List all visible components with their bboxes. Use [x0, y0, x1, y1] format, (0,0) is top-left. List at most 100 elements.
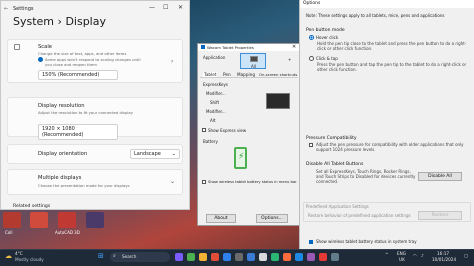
back-arrow-icon[interactable]: ←: [4, 6, 8, 12]
show-wireless-tray-checkbox[interactable]: [309, 240, 313, 244]
multiple-displays-title: Multiple displays: [38, 175, 82, 181]
scale-title: Scale: [38, 44, 52, 50]
chevron-down-icon[interactable]: ⌄: [170, 178, 175, 185]
volume-icon[interactable]: ♪: [421, 253, 424, 258]
show-express-label: Show Express view: [208, 128, 247, 133]
application-all-tile[interactable]: All: [240, 53, 266, 69]
tablet-image: [266, 93, 290, 109]
pressure-heading: Pressure Compatibility: [306, 136, 357, 141]
battery-heading: Battery: [203, 139, 218, 144]
expresskey-label[interactable]: Modifier...: [206, 109, 226, 114]
windows-start-icon[interactable]: ⊞: [98, 252, 104, 260]
weather-temp: 4°C: [15, 251, 23, 256]
dialog-title: Options: [303, 1, 321, 6]
application-label: Application: [203, 55, 226, 60]
task-view-icon[interactable]: [175, 253, 183, 261]
show-wireless-label: Show wireless tablet battery status in m…: [208, 180, 297, 184]
pressure-checkbox[interactable]: [309, 143, 313, 147]
weather-icon[interactable]: ☁: [5, 252, 12, 260]
wacom-taskbar-icon[interactable]: [247, 253, 255, 261]
close-icon[interactable]: ✕: [292, 44, 296, 50]
desktop-icon[interactable]: [86, 212, 104, 228]
disable-desc: Set all ExpressKeys, Touch Rings, Rocker…: [316, 169, 416, 184]
clock-date: 10/01/2024: [432, 257, 457, 262]
hover-click-label: Hover click: [316, 35, 339, 40]
file-explorer-icon[interactable]: [199, 253, 207, 261]
disable-heading: Disable All Tablet Buttons: [306, 162, 364, 167]
taskbar-app-icon[interactable]: [283, 253, 291, 261]
scale-value: 150% (Recommended): [42, 72, 100, 78]
chevron-right-icon[interactable]: ›: [171, 58, 173, 65]
autocad-icon[interactable]: [58, 212, 76, 228]
about-button[interactable]: About: [206, 214, 236, 223]
title-bar: Wacom Tablet Properties ✕: [198, 44, 300, 51]
resolution-desc: Adjust the resolution to fit your connec…: [38, 110, 133, 115]
all-label: All: [251, 64, 256, 69]
predefined-heading: Predefined Application Settings: [306, 204, 369, 209]
minimize-icon[interactable]: —: [149, 4, 155, 11]
taskbar-app-icon[interactable]: [295, 253, 303, 261]
page-title: Display: [65, 15, 106, 28]
multiple-displays-card[interactable]: Multiple displays Choose the presentatio…: [7, 169, 183, 195]
predefined-group: Predefined Application Settings Restore …: [303, 202, 471, 222]
expresskeys-heading: ExpressKeys: [203, 82, 228, 87]
tab-mapping[interactable]: Mapping: [237, 72, 255, 77]
taskbar-app-icon[interactable]: [307, 253, 315, 261]
taskbar-app-icon[interactable]: [319, 253, 327, 261]
wacom-icon: [201, 45, 205, 49]
info-icon: [38, 57, 43, 62]
orientation-title: Display orientation: [38, 151, 88, 157]
desktop-icon-label: Coll: [5, 230, 13, 235]
notification-icon[interactable]: ▢: [464, 253, 468, 258]
battery-icon: ⚡: [234, 147, 247, 169]
hover-click-desc: Hold the pen tip close to the tablet and…: [317, 41, 467, 51]
edge-icon[interactable]: [223, 253, 231, 261]
orientation-card: Display orientation Landscape ⌄: [7, 144, 183, 164]
breadcrumb: System › Display: [13, 15, 106, 28]
close-icon[interactable]: ✕: [178, 4, 183, 11]
taskbar-app-icon[interactable]: [211, 253, 219, 261]
orientation-value: Landscape: [134, 151, 161, 157]
hover-click-radio[interactable]: [309, 35, 314, 40]
scale-dropdown[interactable]: 150% (Recommended): [38, 70, 118, 80]
region-code: UK: [399, 257, 405, 262]
show-wireless-checkbox[interactable]: [202, 180, 206, 184]
language-code[interactable]: ENG: [397, 251, 406, 256]
resolution-value: 1920 × 1080 (Recommended): [42, 126, 84, 138]
expresskey-label[interactable]: Shift: [210, 100, 219, 105]
disable-all-button[interactable]: Disable All: [418, 172, 462, 181]
resolution-title: Display resolution: [38, 103, 85, 109]
taskbar-app-icon[interactable]: [259, 253, 267, 261]
restore-button[interactable]: Restore: [418, 211, 462, 220]
settings-window: ← Settings — ☐ ✕ System › Display Scale …: [0, 0, 190, 210]
settings-gear-icon[interactable]: [235, 253, 243, 261]
predefined-desc: Restore behavior of predefined applicati…: [308, 213, 411, 218]
resolution-dropdown[interactable]: 1920 × 1080 (Recommended): [38, 124, 118, 140]
window-title: Settings: [13, 6, 34, 12]
expresskey-label[interactable]: Alt: [210, 118, 215, 123]
desktop-icon-label: AutoCAD 3D: [55, 230, 80, 235]
options-dialog: Options Note: These settings apply to al…: [299, 0, 474, 249]
desktop-icon[interactable]: [3, 212, 21, 228]
breadcrumb-system[interactable]: System: [13, 15, 54, 28]
taskbar-app-icon[interactable]: [271, 253, 279, 261]
taskbar-app-icon[interactable]: [331, 253, 339, 261]
expresskey-label[interactable]: Modifier...: [206, 91, 226, 96]
tab-onscreen-shortcuts[interactable]: On-screen shortcuts: [259, 72, 297, 77]
tab-tablet[interactable]: Tablet: [203, 72, 218, 77]
options-button[interactable]: Options...: [256, 214, 288, 223]
scale-warning: Some apps won't respond to scaling chang…: [45, 57, 141, 67]
desktop-icon[interactable]: [30, 212, 48, 228]
taskbar-app-icon[interactable]: [187, 253, 195, 261]
clock-time[interactable]: 16:17: [437, 251, 449, 256]
search-box[interactable]: ⌕ Search: [110, 252, 170, 262]
tray-chevron-icon[interactable]: ^: [385, 252, 389, 257]
scale-desc: Change the size of text, apps, and other…: [38, 51, 127, 56]
show-express-checkbox[interactable]: [202, 128, 206, 132]
add-application-icon[interactable]: +: [288, 57, 291, 62]
wifi-icon[interactable]: ◠: [413, 253, 417, 258]
click-tap-radio[interactable]: [309, 56, 314, 61]
tab-pen[interactable]: Pen: [223, 72, 231, 77]
maximize-icon[interactable]: ☐: [163, 4, 168, 11]
orientation-dropdown[interactable]: Landscape ⌄: [130, 149, 180, 159]
